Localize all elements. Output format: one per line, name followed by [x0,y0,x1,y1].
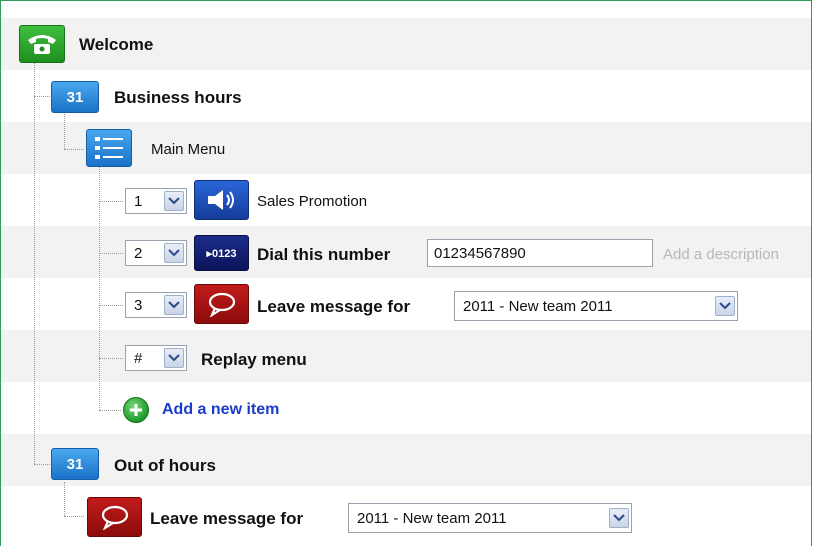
key-select-value: 3 [134,297,143,314]
chevron-down-icon[interactable] [164,295,184,315]
calendar-icon-text: 31 [66,455,84,473]
business-hours-label[interactable]: Business hours [114,88,242,108]
tree-line [99,201,123,202]
key-select-value: 2 [134,245,143,262]
item-2-label[interactable]: Dial this number [257,245,390,265]
tree-line [34,59,35,464]
speech-bubble-icon[interactable] [194,284,249,324]
description-placeholder[interactable]: Add a description [663,246,779,263]
item-hash-label[interactable]: Replay menu [201,350,307,370]
tree-line [64,149,84,150]
message-target-value: 2011 - New team 2011 [463,298,613,315]
welcome-label[interactable]: Welcome [79,35,153,55]
chevron-down-icon[interactable] [164,191,184,211]
tree-line [99,305,123,306]
row-item-1 [1,174,811,226]
phone-icon[interactable] [19,25,65,63]
dial-number-value: 01234567890 [434,245,526,262]
dial-number-input[interactable]: 01234567890 [427,239,653,267]
tree-line [64,114,65,149]
row-item-hash [1,330,811,382]
chevron-down-icon[interactable] [164,348,184,368]
out-of-hours-action-label[interactable]: Leave message for [150,509,303,529]
menu-list-icon[interactable] [86,129,132,167]
tree-line [64,516,84,517]
message-target-select[interactable]: 2011 - New team 2011 [454,291,738,321]
calendar-icon-text: 31 [66,88,84,106]
key-select-2[interactable]: 2 [125,240,187,266]
calendar-icon[interactable]: 31 [51,81,99,113]
tree-line [99,410,121,411]
tree-line [99,253,123,254]
speaker-icon[interactable] [194,180,249,220]
key-select-1[interactable]: 1 [125,188,187,214]
calendar-icon[interactable]: 31 [51,448,99,480]
main-menu-label[interactable]: Main Menu [151,141,225,158]
add-icon[interactable] [123,397,149,423]
chevron-down-icon[interactable] [164,243,184,263]
out-of-hours-target-value: 2011 - New team 2011 [357,510,507,527]
item-1-label[interactable]: Sales Promotion [257,193,367,210]
key-select-value: # [134,350,143,367]
item-3-label[interactable]: Leave message for [257,297,410,317]
speech-bubble-icon[interactable] [87,497,142,537]
chevron-down-icon[interactable] [715,296,735,316]
add-new-item-link[interactable]: Add a new item [162,401,279,419]
out-of-hours-target-select[interactable]: 2011 - New team 2011 [348,503,632,533]
tree-line [34,96,50,97]
dial-number-icon[interactable]: ▸0123 [194,235,249,271]
key-select-hash[interactable]: # [125,345,187,371]
ivr-tree-panel: Welcome 31 Business hours Main Menu 1 Sa… [0,0,812,546]
key-select-value: 1 [134,193,143,210]
out-of-hours-label[interactable]: Out of hours [114,456,216,476]
tree-line [99,358,123,359]
dial-number-icon-text: ▸0123 [206,247,237,260]
key-select-3[interactable]: 3 [125,292,187,318]
chevron-down-icon[interactable] [609,508,629,528]
tree-line [64,482,65,516]
tree-line [99,166,100,410]
tree-line [34,464,50,465]
